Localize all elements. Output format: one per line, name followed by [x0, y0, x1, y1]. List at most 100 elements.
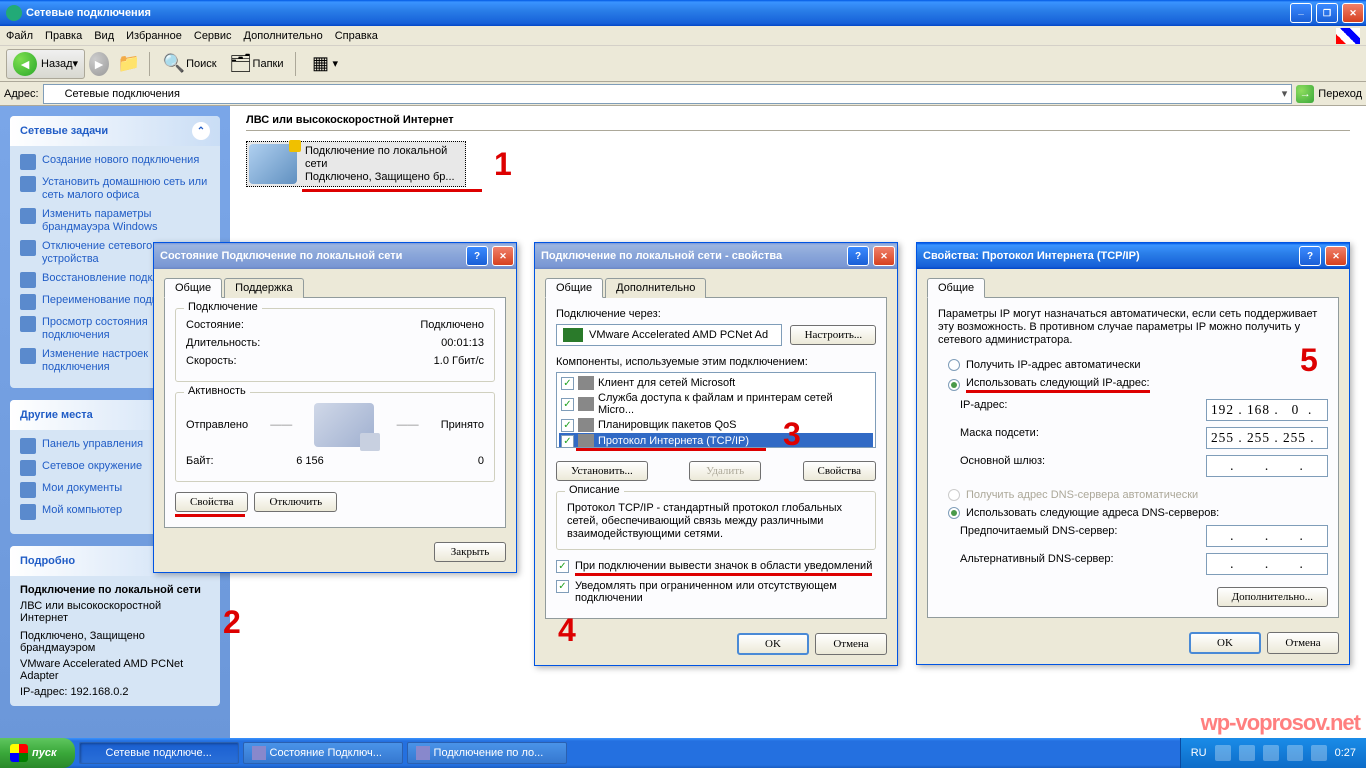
chevron-up-icon: ⌃ — [192, 122, 210, 140]
help-button[interactable] — [847, 246, 869, 266]
annotation-2: 2 — [223, 604, 241, 641]
close-dialog-button[interactable]: Закрыть — [434, 542, 506, 562]
detail-type: ЛВС или высокоскоростной Интернет — [20, 600, 210, 624]
mask-input[interactable] — [1206, 427, 1328, 449]
taskbar-item-network[interactable]: Сетевые подключе... — [79, 742, 239, 764]
windows-logo-icon — [10, 744, 28, 762]
install-button[interactable]: Установить... — [556, 461, 648, 481]
clock[interactable]: 0:27 — [1335, 747, 1356, 759]
task-home-network[interactable]: Установить домашнюю сеть или сеть малого… — [20, 176, 210, 202]
menu-help[interactable]: Справка — [335, 30, 378, 42]
advanced-button[interactable]: Дополнительно... — [1217, 587, 1328, 607]
language-indicator[interactable]: RU — [1191, 747, 1207, 759]
gateway-input[interactable] — [1206, 455, 1328, 477]
system-tray: RU 0:27 — [1180, 738, 1366, 768]
annotation-4: 4 — [558, 612, 576, 649]
checkbox-icon[interactable]: ✓ — [561, 435, 574, 448]
address-label: Адрес: — [4, 88, 39, 100]
taskbar-item-props[interactable]: Подключение по ло... — [407, 742, 567, 764]
start-button[interactable]: пуск — [0, 738, 75, 768]
props-titlebar[interactable]: Подключение по локальной сети - свойства — [535, 243, 897, 269]
maximize-button[interactable] — [1316, 3, 1338, 23]
search-button[interactable]: 🔍Поиск — [158, 50, 220, 78]
task-icon — [252, 746, 266, 760]
dns1-input[interactable] — [1206, 525, 1328, 547]
components-listbox[interactable]: ✓Клиент для сетей Microsoft ✓Служба дост… — [556, 372, 876, 448]
cancel-button[interactable]: Отмена — [1267, 632, 1339, 654]
menu-advanced[interactable]: Дополнительно — [244, 30, 323, 42]
dns2-input[interactable] — [1206, 553, 1328, 575]
taskbar: пуск Сетевые подключе... Состояние Подкл… — [0, 738, 1366, 768]
lan-connection-item[interactable]: Подключение по локальной сети Подключено… — [246, 141, 466, 187]
tab-advanced[interactable]: Дополнительно — [605, 278, 706, 298]
place-icon — [20, 504, 36, 520]
back-button[interactable]: ◄Назад ▾ — [6, 49, 85, 79]
group-connection: Подключение — [184, 301, 262, 313]
configure-button[interactable]: Настроить... — [790, 325, 876, 345]
radio-manual-ip[interactable] — [948, 379, 960, 391]
checkbox-icon[interactable]: ✓ — [561, 398, 574, 411]
ok-button[interactable]: OK — [1189, 632, 1261, 654]
checkbox-tray-icon[interactable]: ✓ — [556, 560, 569, 573]
tcpip-titlebar[interactable]: Свойства: Протокол Интернета (TCP/IP) — [917, 243, 1349, 269]
status-titlebar[interactable]: Состояние Подключение по локальной сети — [154, 243, 516, 269]
task-new-connection[interactable]: Создание нового подключения — [20, 154, 210, 170]
props-title: Подключение по локальной сети - свойства — [541, 250, 782, 262]
disable-button[interactable]: Отключить — [254, 492, 337, 512]
radio-auto-ip[interactable] — [948, 359, 960, 371]
close-button[interactable] — [1325, 246, 1347, 266]
state-label: Состояние: — [186, 319, 244, 331]
ip-input[interactable] — [1206, 399, 1328, 421]
panel-header-tasks[interactable]: Сетевые задачи⌃ — [10, 116, 220, 146]
component-icon — [578, 376, 594, 390]
menu-edit[interactable]: Правка — [45, 30, 82, 42]
tab-general[interactable]: Общие — [164, 278, 222, 298]
dialog-connection-status: Состояние Подключение по локальной сети … — [153, 242, 517, 573]
menu-favorites[interactable]: Избранное — [126, 30, 182, 42]
ip-label: IP-адрес: — [960, 399, 1007, 421]
component-client[interactable]: ✓Клиент для сетей Microsoft — [559, 375, 873, 391]
annotation-3: 3 — [783, 416, 801, 453]
tray-icon[interactable] — [1263, 745, 1279, 761]
toolbar: ◄Назад ▾ ► 📁 🔍Поиск 🗂Папки ▦▾ — [0, 46, 1366, 82]
address-dropdown-icon[interactable]: ▾ — [1282, 87, 1288, 100]
go-button[interactable]: →Переход — [1296, 85, 1362, 103]
folders-icon: 🗂 — [229, 52, 253, 76]
cancel-button[interactable]: Отмена — [815, 633, 887, 655]
forward-button[interactable]: ► — [89, 52, 113, 76]
dialog-tcpip-properties: Свойства: Протокол Интернета (TCP/IP) Об… — [916, 242, 1350, 665]
close-button[interactable] — [1342, 3, 1364, 23]
menu-service[interactable]: Сервис — [194, 30, 232, 42]
address-input[interactable]: Сетевые подключения▾ — [43, 84, 1293, 104]
folders-button[interactable]: 🗂Папки — [225, 50, 288, 78]
ok-button[interactable]: OK — [737, 633, 809, 655]
main-titlebar[interactable]: Сетевые подключения — [0, 0, 1366, 26]
minimize-button[interactable] — [1290, 3, 1312, 23]
tab-general[interactable]: Общие — [545, 278, 603, 298]
up-button[interactable]: 📁 — [117, 52, 141, 76]
checkbox-icon[interactable]: ✓ — [561, 419, 574, 432]
checkbox-notify[interactable]: ✓ — [556, 580, 569, 593]
task-firewall[interactable]: Изменить параметры брандмауэра Windows — [20, 208, 210, 234]
tab-general[interactable]: Общие — [927, 278, 985, 298]
tab-support[interactable]: Поддержка — [224, 278, 303, 298]
taskbar-item-status[interactable]: Состояние Подключ... — [243, 742, 403, 764]
help-button[interactable] — [466, 246, 488, 266]
tray-icon[interactable] — [1287, 745, 1303, 761]
tray-icon[interactable] — [1215, 745, 1231, 761]
properties-button[interactable]: Свойства — [175, 492, 248, 512]
close-button[interactable] — [873, 246, 895, 266]
checkbox-icon[interactable]: ✓ — [561, 377, 574, 390]
help-button[interactable] — [1299, 246, 1321, 266]
component-file-share[interactable]: ✓Служба доступа к файлам и принтерам сет… — [559, 391, 873, 417]
close-button[interactable] — [492, 246, 514, 266]
radio-manual-dns[interactable] — [948, 507, 960, 519]
tray-network-icon[interactable] — [1311, 745, 1327, 761]
component-tcpip[interactable]: ✓Протокол Интернета (TCP/IP) — [559, 433, 873, 448]
component-props-button[interactable]: Свойства — [803, 461, 876, 481]
views-button[interactable]: ▦▾ — [304, 50, 342, 78]
component-qos[interactable]: ✓Планировщик пакетов QoS — [559, 417, 873, 433]
menu-view[interactable]: Вид — [94, 30, 114, 42]
menu-file[interactable]: Файл — [6, 30, 33, 42]
tray-icon[interactable] — [1239, 745, 1255, 761]
